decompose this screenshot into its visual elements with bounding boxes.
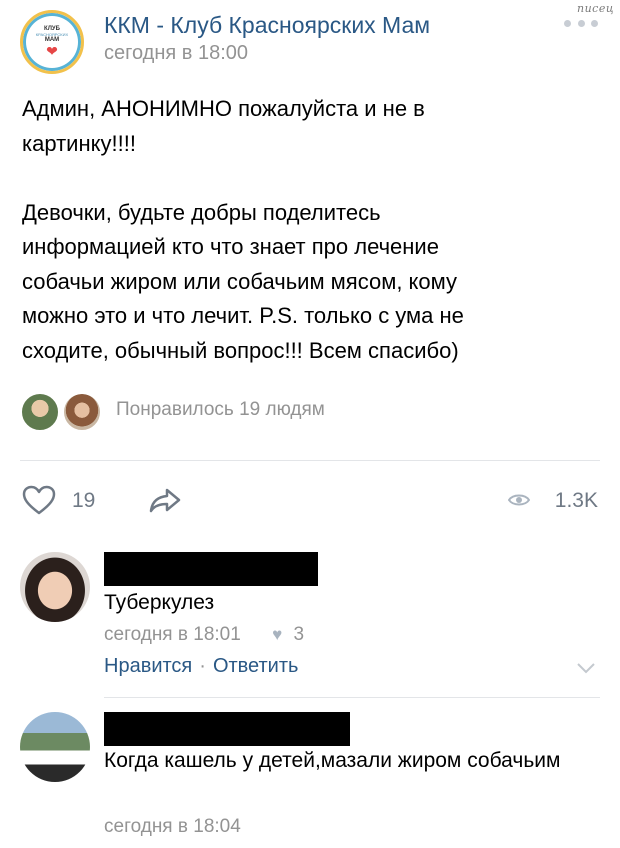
comment-likes-count: 3 bbox=[293, 624, 305, 645]
heart-icon[interactable] bbox=[22, 485, 56, 515]
comment-author-avatar[interactable] bbox=[20, 552, 90, 622]
comment-text: Когда кашель у детей,мазали жиром собачь… bbox=[104, 749, 561, 772]
post-text-line: можно это и что лечит. P.S. только с ума… bbox=[22, 303, 464, 328]
redacted-author-name bbox=[104, 552, 318, 586]
liker-avatar bbox=[20, 392, 60, 432]
eye-icon bbox=[508, 494, 530, 506]
share-arrow-icon[interactable] bbox=[148, 486, 182, 514]
post-text-line: картинку!!!! bbox=[22, 130, 136, 156]
comment-item: Когда кашель у детей,мазали жиром собачь… bbox=[20, 712, 600, 842]
post-text-line: Девочки, будьте добры поделитесь bbox=[22, 199, 381, 225]
post-time[interactable]: сегодня в 18:00 bbox=[104, 42, 248, 65]
like-comment-button[interactable]: Нравится bbox=[104, 655, 192, 677]
post-text-line: информацией кто что знает про лечение bbox=[22, 234, 439, 259]
chevron-down-icon[interactable] bbox=[576, 662, 596, 674]
post-text-line: Админ, АНОНИМНО пожалуйста и не в bbox=[22, 96, 425, 121]
comment-time[interactable]: сегодня в 18:01 bbox=[104, 624, 241, 645]
comment-text: Туберкулез bbox=[104, 591, 215, 614]
comment-meta: сегодня в 18:01 ♥ 3 bbox=[104, 624, 304, 646]
comment-meta: сегодня в 18:04 bbox=[104, 816, 241, 838]
group-avatar[interactable]: КЛУБ КРАСНОЯРСКИХ МАМ ❤ bbox=[20, 10, 84, 74]
reply-comment-button[interactable]: Ответить bbox=[213, 655, 299, 677]
post-text-line: сходите, обычный вопрос!!! Всем спасибо) bbox=[22, 337, 459, 363]
divider bbox=[104, 697, 600, 698]
separator-dot: · bbox=[199, 655, 206, 677]
post-actions: 19 1.3K bbox=[20, 480, 600, 520]
heart-logo-icon: ❤ bbox=[46, 43, 58, 59]
comment-item: Туберкулез сегодня в 18:01 ♥ 3 Нравится ·… bbox=[20, 552, 600, 682]
divider bbox=[20, 460, 600, 461]
likes-count: 19 bbox=[72, 489, 96, 512]
group-name-link[interactable]: ККМ - Клуб Красноярских Мам bbox=[104, 12, 430, 39]
more-dots-icon[interactable] bbox=[564, 18, 598, 28]
views-count: 1.3K bbox=[554, 489, 598, 512]
post-text: Админ, АНОНИМНО пожалуйста и не в картин… bbox=[22, 92, 582, 368]
comment-actions: Нравится · Ответить bbox=[104, 655, 298, 678]
redacted-author-name bbox=[104, 712, 350, 746]
post-text-line: собачьи жиром или собачьим мясом, кому bbox=[22, 268, 458, 294]
comment-author-avatar[interactable] bbox=[20, 712, 90, 782]
liker-avatar bbox=[62, 392, 102, 432]
liked-by-text[interactable]: Понравилось 19 людям bbox=[116, 399, 325, 421]
heart-icon: ♥ bbox=[272, 625, 283, 644]
post-header: КЛУБ КРАСНОЯРСКИХ МАМ ❤ ККМ - Клуб Красн… bbox=[20, 10, 600, 74]
comment-time[interactable]: сегодня в 18:04 bbox=[104, 816, 241, 837]
